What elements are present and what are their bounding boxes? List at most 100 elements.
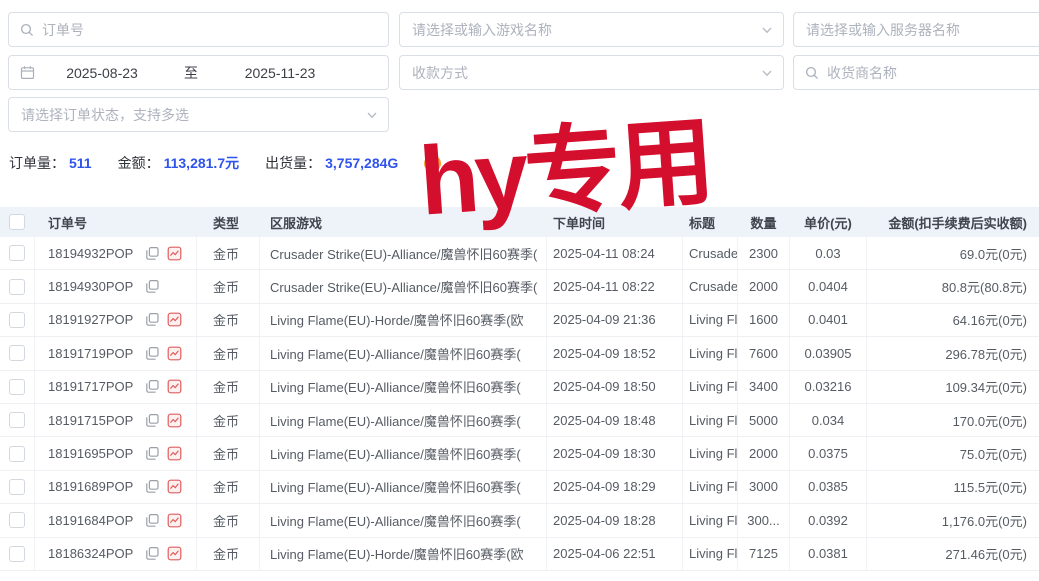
region-game: Living Flame(EU)-Alliance/魔兽怀旧60赛季( bbox=[260, 504, 547, 536]
copy-icon[interactable] bbox=[145, 513, 160, 528]
copy-icon[interactable] bbox=[145, 346, 160, 361]
order-type: 金币 bbox=[197, 471, 260, 503]
order-number-search[interactable] bbox=[8, 12, 389, 47]
payment-screenshot-icon[interactable] bbox=[167, 379, 182, 394]
order-number: 18191717POP bbox=[48, 379, 133, 394]
payment-select-placeholder: 收款方式 bbox=[412, 63, 468, 83]
unit-price: 0.0385 bbox=[790, 471, 867, 503]
table-row: 18191684POP 金币 Living Flame(EU)-Alliance… bbox=[0, 504, 1039, 537]
search-icon bbox=[805, 66, 819, 80]
order-count-value: 511 bbox=[69, 155, 92, 171]
quantity: 3400 bbox=[738, 371, 790, 403]
row-checkbox[interactable] bbox=[9, 412, 25, 428]
payment-screenshot-icon[interactable] bbox=[167, 312, 182, 327]
payment-screenshot-icon[interactable] bbox=[167, 446, 182, 461]
row-checkbox[interactable] bbox=[9, 345, 25, 361]
region-game: Living Flame(EU)-Horde/魔兽怀旧60赛季(欧 bbox=[260, 304, 547, 336]
column-header: 金额(扣手续费后实收额) bbox=[867, 207, 1039, 237]
row-checkbox[interactable] bbox=[9, 479, 25, 495]
order-number-input[interactable] bbox=[42, 22, 388, 38]
date-range-picker[interactable]: 2025-08-23 至 2025-11-23 bbox=[8, 55, 389, 90]
game-select-placeholder: 请选择或输入游戏名称 bbox=[412, 20, 552, 40]
select-all-checkbox[interactable] bbox=[9, 214, 25, 230]
order-time: 2025-04-11 08:24 bbox=[547, 237, 683, 269]
region-game: Crusader Strike(EU)-Alliance/魔兽怀旧60赛季( bbox=[260, 237, 547, 269]
shipment-value: 3,757,284G bbox=[325, 155, 398, 171]
order-number: 18186324POP bbox=[48, 546, 133, 561]
table-row: 18191719POP 金币 Living Flame(EU)-Alliance… bbox=[0, 337, 1039, 370]
game-name-select[interactable]: 请选择或输入游戏名称 bbox=[399, 12, 784, 47]
payment-method-select[interactable]: 收款方式 bbox=[399, 55, 784, 90]
order-title: Living Fl bbox=[683, 304, 738, 336]
order-time: 2025-04-06 22:51 bbox=[547, 538, 683, 570]
unit-price: 0.0392 bbox=[790, 504, 867, 536]
search-icon bbox=[20, 23, 34, 37]
unit-price: 0.03 bbox=[790, 237, 867, 269]
region-game: Living Flame(EU)-Alliance/魔兽怀旧60赛季( bbox=[260, 437, 547, 469]
amount: 115.5元(0元) bbox=[867, 471, 1039, 503]
payment-screenshot-icon[interactable] bbox=[167, 513, 182, 528]
column-header: 标题 bbox=[683, 207, 738, 237]
quantity: 7600 bbox=[738, 337, 790, 369]
order-time: 2025-04-11 08:22 bbox=[547, 270, 683, 302]
calendar-icon bbox=[20, 65, 35, 80]
column-header: 订单号 bbox=[35, 207, 197, 237]
order-number: 18191695POP bbox=[48, 446, 133, 461]
row-checkbox[interactable] bbox=[9, 245, 25, 261]
help-icon[interactable]: ? bbox=[424, 155, 441, 172]
copy-icon[interactable] bbox=[145, 546, 160, 561]
row-checkbox[interactable] bbox=[9, 312, 25, 328]
copy-icon[interactable] bbox=[145, 279, 160, 294]
copy-icon[interactable] bbox=[145, 246, 160, 261]
order-type: 金币 bbox=[197, 504, 260, 536]
copy-icon[interactable] bbox=[145, 413, 160, 428]
payment-screenshot-icon[interactable] bbox=[167, 246, 182, 261]
payment-screenshot-icon[interactable] bbox=[167, 546, 182, 561]
row-checkbox[interactable] bbox=[9, 446, 25, 462]
row-checkbox[interactable] bbox=[9, 512, 25, 528]
table-row: 18191927POP 金币 Living Flame(EU)-Horde/魔兽… bbox=[0, 304, 1039, 337]
region-game: Living Flame(EU)-Alliance/魔兽怀旧60赛季( bbox=[260, 371, 547, 403]
table-row: 18191717POP 金币 Living Flame(EU)-Alliance… bbox=[0, 371, 1039, 404]
order-time: 2025-04-09 18:52 bbox=[547, 337, 683, 369]
order-number: 18194932POP bbox=[48, 246, 133, 261]
row-checkbox[interactable] bbox=[9, 546, 25, 562]
unit-price: 0.0375 bbox=[790, 437, 867, 469]
header-checkbox-cell[interactable] bbox=[0, 207, 35, 237]
receiver-name-search[interactable] bbox=[793, 55, 1039, 90]
amount: 80.8元(80.8元) bbox=[867, 270, 1039, 302]
server-name-select[interactable]: 请选择或输入服务器名称 bbox=[793, 12, 1039, 47]
order-title: Living Fl bbox=[683, 371, 738, 403]
payment-screenshot-icon[interactable] bbox=[167, 346, 182, 361]
order-time: 2025-04-09 18:50 bbox=[547, 371, 683, 403]
amount: 109.34元(0元) bbox=[867, 371, 1039, 403]
copy-icon[interactable] bbox=[145, 446, 160, 461]
copy-icon[interactable] bbox=[145, 479, 160, 494]
order-type: 金币 bbox=[197, 437, 260, 469]
date-start-value[interactable]: 2025-08-23 bbox=[43, 65, 161, 81]
date-end-value[interactable]: 2025-11-23 bbox=[221, 65, 339, 81]
amount: 75.0元(0元) bbox=[867, 437, 1039, 469]
table-row: 18186324POP 金币 Living Flame(EU)-Horde/魔兽… bbox=[0, 538, 1039, 571]
order-number: 18191715POP bbox=[48, 413, 133, 428]
server-select-placeholder: 请选择或输入服务器名称 bbox=[806, 20, 960, 40]
quantity: 300... bbox=[738, 504, 790, 536]
amount: 170.0元(0元) bbox=[867, 404, 1039, 436]
payment-screenshot-icon[interactable] bbox=[167, 479, 182, 494]
order-number: 18191719POP bbox=[48, 346, 133, 361]
row-checkbox[interactable] bbox=[9, 379, 25, 395]
order-time: 2025-04-09 18:30 bbox=[547, 437, 683, 469]
amount: 69.0元(0元) bbox=[867, 237, 1039, 269]
quantity: 2300 bbox=[738, 237, 790, 269]
order-type: 金币 bbox=[197, 270, 260, 302]
receiver-name-input[interactable] bbox=[827, 65, 1039, 81]
table-row: 18191715POP 金币 Living Flame(EU)-Alliance… bbox=[0, 404, 1039, 437]
column-header: 数量 bbox=[738, 207, 790, 237]
column-header: 单价(元) bbox=[790, 207, 867, 237]
row-checkbox[interactable] bbox=[9, 279, 25, 295]
copy-icon[interactable] bbox=[145, 312, 160, 327]
payment-screenshot-icon[interactable] bbox=[167, 413, 182, 428]
table-header: 订单号类型区服游戏下单时间标题数量单价(元)金额(扣手续费后实收额) bbox=[0, 207, 1039, 237]
copy-icon[interactable] bbox=[145, 379, 160, 394]
order-status-multiselect[interactable]: 请选择订单状态，支持多选 bbox=[8, 97, 389, 132]
